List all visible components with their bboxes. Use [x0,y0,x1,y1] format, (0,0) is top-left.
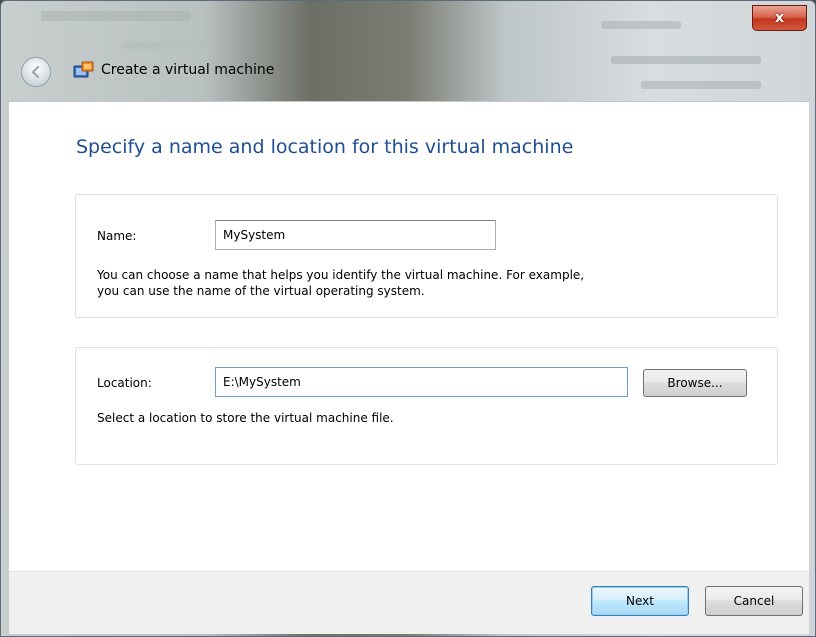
page-heading: Specify a name and location for this vir… [76,136,574,158]
cancel-button[interactable]: Cancel [705,586,803,616]
back-button[interactable] [21,57,51,87]
wizard-footer: Next Cancel [9,571,809,634]
location-label: Location: [97,376,152,390]
close-icon: x [774,10,785,26]
browse-button[interactable]: Browse... [643,369,747,397]
window-title: Create a virtual machine [101,62,275,78]
location-group: Location: Browse... Select a location to… [75,347,778,465]
location-help-text: Select a location to store the virtual m… [97,411,394,425]
back-arrow-icon [31,65,40,79]
wizard-window: x Create a virtual machine Specify a nam… [0,0,816,637]
name-help-text: You can choose a name that helps you ide… [97,268,585,298]
wizard-content: Specify a name and location for this vir… [9,101,809,572]
name-input[interactable] [215,220,496,250]
next-button[interactable]: Next [591,586,689,616]
title-bar: x Create a virtual machine [1,1,815,101]
location-input[interactable] [215,367,628,397]
virtual-machine-icon [73,61,94,78]
name-group: Name: You can choose a name that helps y… [75,194,778,318]
name-label: Name: [97,229,137,243]
close-button[interactable]: x [752,5,807,31]
